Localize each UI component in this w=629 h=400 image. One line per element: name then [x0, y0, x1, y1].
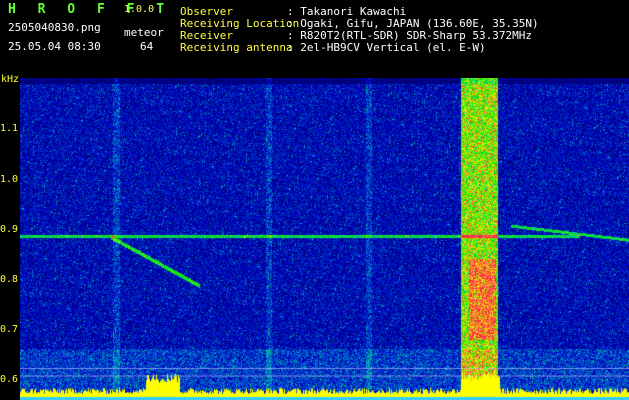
meteor-count: 64	[140, 40, 154, 53]
freq-tick-label: 0.8	[0, 274, 19, 285]
freq-tick-label: 1.1	[0, 123, 19, 134]
file-name: 2505040830.png	[8, 21, 101, 34]
freq-tick-label: 0.7	[0, 324, 19, 335]
antenna-label: Receiving antenna	[180, 41, 293, 54]
antenna-value: : 2el-HB9CV Vertical (el. E-W)	[287, 41, 486, 54]
app-version: 1.0.0	[124, 4, 155, 15]
freq-tick-label: 0.6	[0, 374, 19, 385]
freq-tick-label: 1.0	[0, 174, 19, 185]
spectrogram-canvas[interactable]	[20, 78, 629, 400]
date-time: 25.05.04 08:30	[8, 40, 101, 53]
freq-tick-label: 0.9	[0, 224, 19, 235]
hrofft-window: H R O F F T 1.0.0 2505040830.png meteor …	[0, 0, 629, 400]
meteor-label: meteor	[124, 26, 164, 39]
freq-unit-label: kHz	[1, 74, 20, 85]
